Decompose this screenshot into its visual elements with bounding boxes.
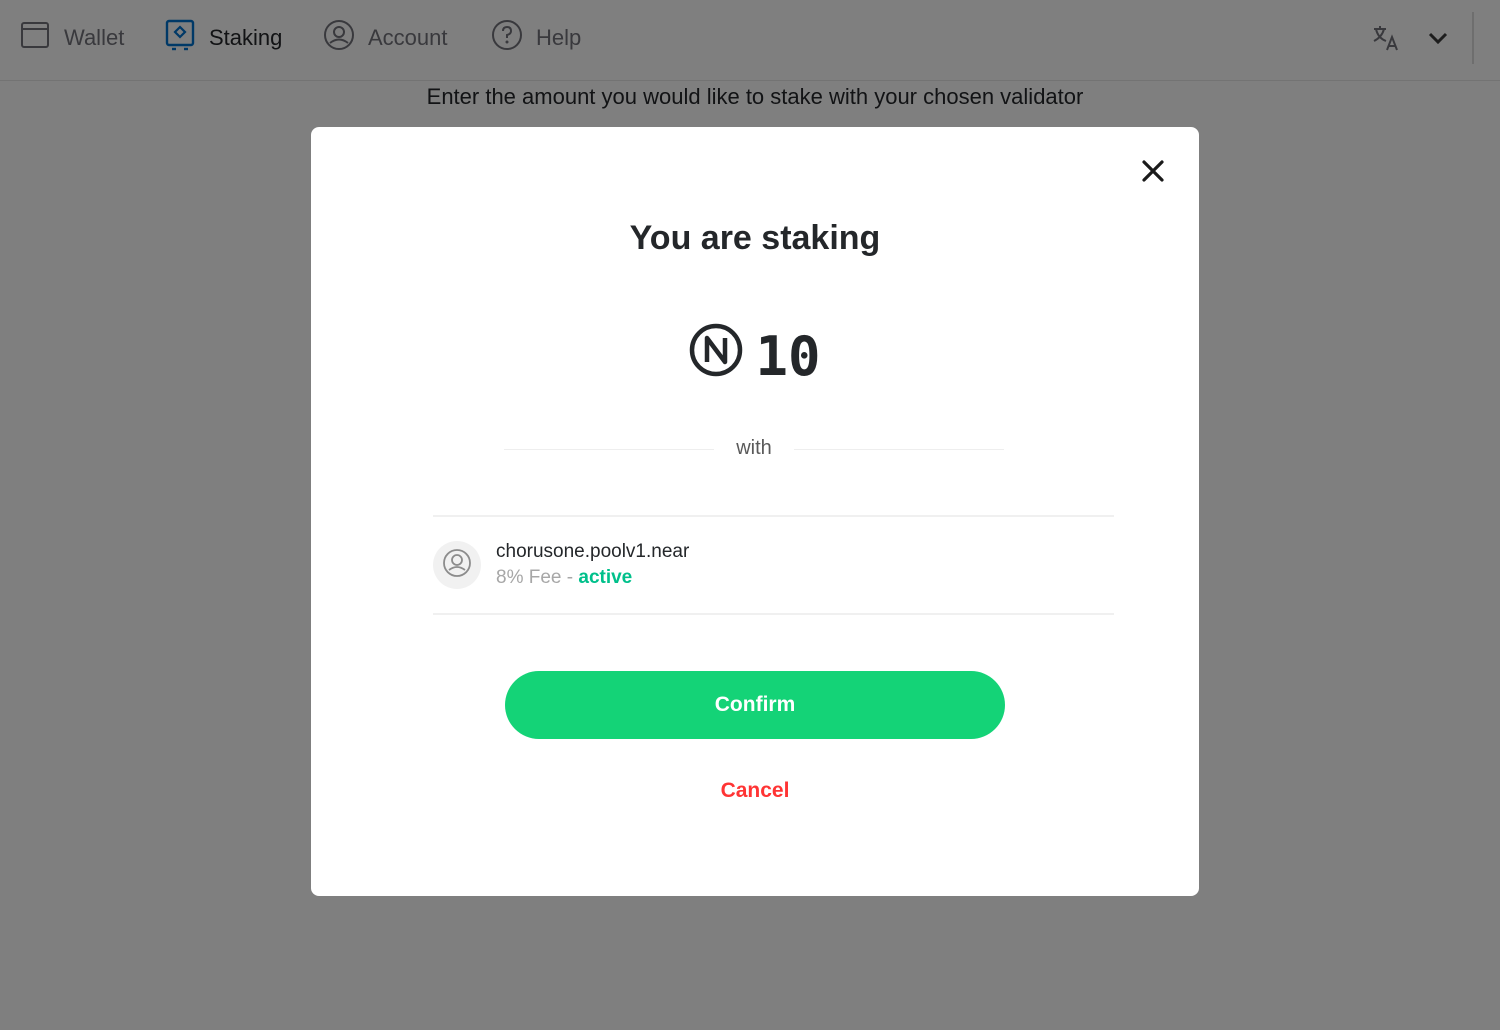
amount-value: 10 (755, 325, 821, 388)
staking-confirm-modal: You are staking 10 with chorusone.poolv1… (311, 127, 1199, 896)
close-button[interactable] (1137, 157, 1169, 189)
validator-meta: 8% Fee - active (496, 567, 632, 589)
cancel-button[interactable]: Cancel (311, 779, 1199, 803)
stake-amount: 10 (311, 323, 1199, 390)
validator-fee: 8% Fee (496, 567, 562, 588)
divider-line (794, 449, 1004, 450)
close-icon (1141, 159, 1165, 188)
validator-icon (441, 547, 473, 584)
confirm-button[interactable]: Confirm (505, 671, 1005, 739)
with-separator: with (504, 436, 1004, 462)
validator-row: chorusone.poolv1.near 8% Fee - active (433, 515, 1114, 615)
meta-separator: - (561, 567, 579, 588)
validator-status: active (578, 567, 633, 588)
validator-avatar (433, 541, 481, 589)
modal-title: You are staking (629, 219, 881, 257)
validator-name: chorusone.poolv1.near (496, 541, 690, 562)
near-icon (689, 323, 743, 390)
